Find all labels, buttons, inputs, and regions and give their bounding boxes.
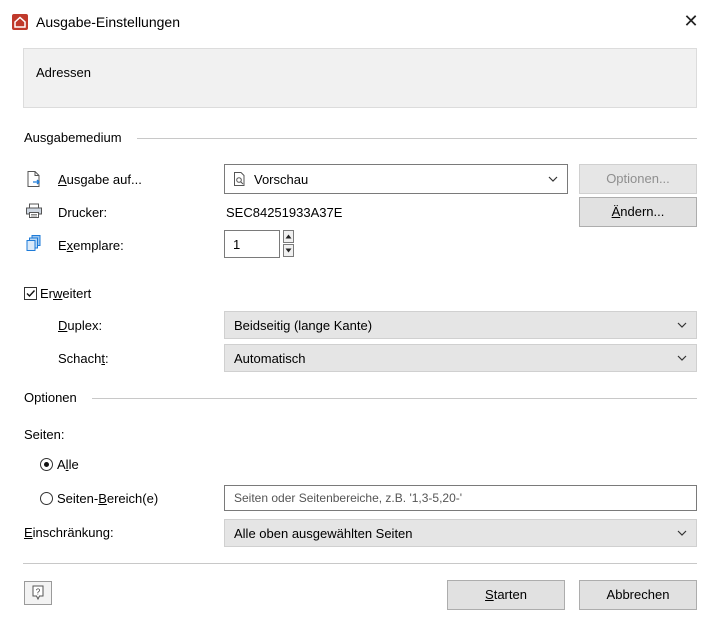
schacht-select[interactable]: Automatisch (224, 344, 697, 372)
einschraenkung-label: Einschränkung: (24, 525, 114, 540)
group-label-ausgabemedium: Ausgabemedium (24, 130, 122, 145)
chevron-down-icon (676, 319, 688, 331)
ausgabe-select[interactable]: Vorschau (224, 164, 568, 194)
abbrechen-button[interactable]: Abbrechen (579, 580, 697, 610)
help-button[interactable]: ? (24, 581, 52, 605)
help-icon: ? (32, 585, 44, 601)
footer-divider (23, 563, 697, 564)
stepper-up-icon[interactable] (283, 230, 294, 243)
header-text: Adressen (36, 65, 91, 80)
chevron-down-icon (676, 352, 688, 364)
alle-label: Alle (57, 457, 79, 472)
einschraenkung-select[interactable]: Alle oben ausgewählten Seiten (224, 519, 697, 547)
bereich-input[interactable]: Seiten oder Seitenbereiche, z.B. '1,3-5,… (224, 485, 697, 511)
chevron-down-icon (676, 527, 688, 539)
drucker-value: SEC84251933A37E (226, 205, 343, 220)
close-icon[interactable]: ✕ (682, 10, 700, 32)
seiten-label: Seiten: (24, 427, 65, 442)
duplex-select[interactable]: Beidseitig (lange Kante) (224, 311, 697, 339)
erweitert-checkbox[interactable] (24, 287, 37, 300)
preview-icon (233, 172, 247, 186)
chevron-down-icon (547, 173, 559, 185)
alle-radio[interactable] (40, 458, 53, 471)
header-panel (23, 48, 697, 108)
duplex-value: Beidseitig (lange Kante) (234, 318, 373, 333)
svg-text:?: ? (36, 588, 41, 597)
app-house-icon (12, 14, 28, 30)
schacht-value: Automatisch (234, 351, 306, 366)
exemplare-label: Exemplare: (58, 238, 124, 253)
drucker-label: Drucker: (58, 205, 108, 220)
group-divider (92, 398, 697, 399)
window-title: Ausgabe-Einstellungen (36, 14, 180, 30)
bereich-placeholder: Seiten oder Seitenbereiche, z.B. '1,3-5,… (234, 491, 463, 505)
printer-icon (25, 203, 43, 219)
optionen-button[interactable]: Optionen... (579, 164, 697, 194)
copies-icon (25, 234, 43, 252)
output-document-icon (25, 170, 43, 188)
starten-button[interactable]: Starten (447, 580, 565, 610)
duplex-label: Duplex: (58, 318, 103, 333)
ausgabe-value: Vorschau (254, 172, 309, 187)
group-label-optionen: Optionen (24, 390, 77, 405)
group-divider (137, 138, 697, 139)
schacht-label: Schacht: (58, 351, 109, 366)
einschraenkung-value: Alle oben ausgewählten Seiten (234, 526, 413, 541)
bereich-label: Seiten-Bereich(e) (57, 491, 159, 506)
stepper-down-icon[interactable] (283, 244, 294, 257)
aendern-button[interactable]: Ändern... (579, 197, 697, 227)
ausgabe-label: Ausgabe auf... (58, 172, 142, 187)
exemplare-input[interactable]: 1 (224, 230, 280, 258)
exemplare-value: 1 (233, 237, 241, 252)
exemplare-stepper (283, 230, 294, 258)
erweitert-label: Erweitert (40, 286, 92, 301)
bereich-radio[interactable] (40, 492, 53, 505)
